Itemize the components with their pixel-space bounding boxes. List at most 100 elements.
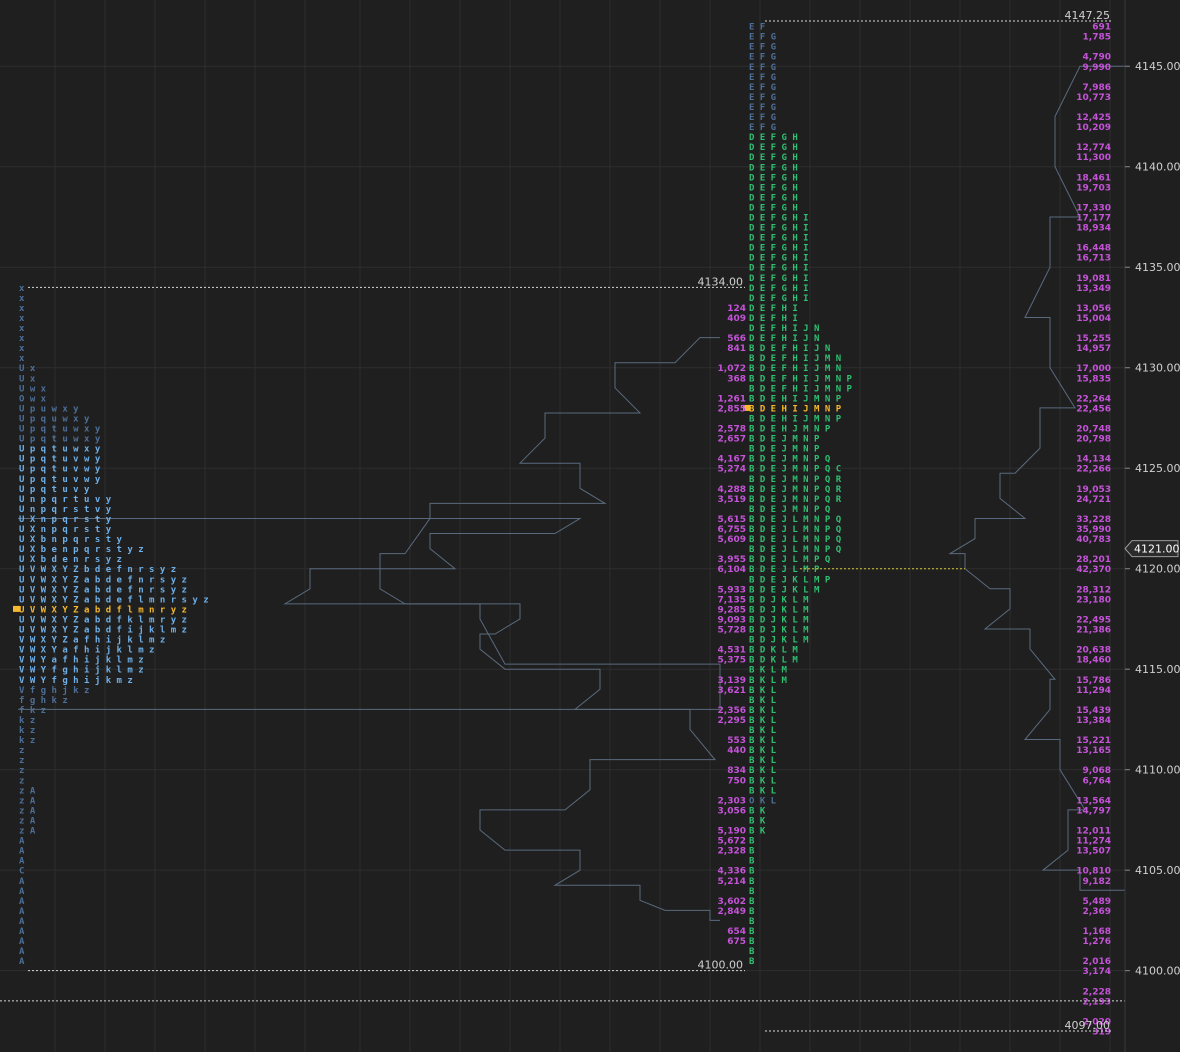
tpo-row-left: z A bbox=[19, 816, 36, 826]
tpo-row-middle: B D J K L M bbox=[749, 605, 809, 615]
volume-label: 24,721 bbox=[1076, 495, 1111, 505]
tpo-row-middle: B bbox=[749, 937, 755, 947]
volume-label: 2,657 bbox=[718, 435, 746, 445]
tpo-row-middle: D E F G H I bbox=[749, 264, 809, 274]
volume-label: 15,439 bbox=[1076, 706, 1111, 716]
tpo-row-left: x bbox=[19, 344, 25, 354]
volume-label: 9,182 bbox=[1083, 877, 1111, 887]
tpo-row-middle: B bbox=[749, 957, 755, 967]
volume-label: 409 bbox=[727, 314, 746, 324]
tpo-row-middle: B D J K L M bbox=[749, 615, 809, 625]
tpo-row-middle: D E F G H bbox=[749, 193, 798, 203]
volume-label: 3,056 bbox=[718, 806, 746, 816]
tpo-row-left: U w x bbox=[19, 384, 47, 394]
tpo-row-left: C bbox=[19, 867, 24, 877]
volume-label: 1,276 bbox=[1083, 937, 1111, 947]
volume-label: 5,609 bbox=[718, 535, 746, 545]
tpo-row-middle: B D E J M N P Q R bbox=[749, 485, 842, 495]
volume-label: 10,773 bbox=[1076, 93, 1111, 103]
tpo-row-left: A bbox=[19, 877, 25, 887]
volume-label: 5,672 bbox=[718, 837, 746, 847]
tpo-row-middle: B D K L M bbox=[749, 646, 798, 656]
tpo-row-middle: D E F G H I bbox=[749, 284, 809, 294]
market-profile-chart[interactable]: xxxxxxxxU xU xU w xO w xU p u w x yU p q… bbox=[0, 0, 1180, 1052]
tpo-row-left: x bbox=[19, 284, 25, 294]
tpo-row-middle: B D E J M N P bbox=[749, 435, 820, 445]
volume-label: 3,139 bbox=[718, 676, 746, 686]
tpo-row-middle: B D E F H I J N bbox=[749, 344, 830, 354]
volume-label: 1,072 bbox=[718, 364, 746, 374]
volume-label: 9,068 bbox=[1083, 766, 1111, 776]
tpo-row-left: U V W X Y Z a b d e f l m n r s y z bbox=[19, 595, 209, 605]
volume-label: 4,288 bbox=[718, 485, 746, 495]
volume-label: 750 bbox=[727, 776, 746, 786]
axis-tick-label: 4145.00 bbox=[1135, 60, 1180, 73]
tpo-row-middle: B K L bbox=[749, 706, 777, 716]
volume-label: 2,228 bbox=[1083, 987, 1111, 997]
axis-tick-label: 4135.00 bbox=[1135, 261, 1180, 274]
volume-label: 2,369 bbox=[1083, 907, 1111, 917]
volume-label: 14,797 bbox=[1076, 806, 1111, 816]
tpo-row-middle: D E F H I bbox=[749, 304, 798, 314]
axis-tick-label: 4125.00 bbox=[1135, 462, 1180, 475]
tpo-row-middle: D E F G H I bbox=[749, 224, 809, 234]
volume-label: 5,728 bbox=[718, 626, 746, 636]
tpo-row-left: x bbox=[19, 304, 25, 314]
tpo-row-middle: B D J K L M bbox=[749, 636, 809, 646]
volume-label: 13,564 bbox=[1076, 796, 1111, 806]
tpo-row-middle: B bbox=[749, 897, 755, 907]
tpo-row-middle: B K L bbox=[749, 786, 777, 796]
tpo-row-middle: B K bbox=[749, 816, 766, 826]
tpo-row-middle: B bbox=[749, 837, 755, 847]
tpo-row-left: U p q t u v w y bbox=[19, 475, 101, 485]
tpo-row-middle: B D E J L M P bbox=[749, 565, 820, 575]
volume-label: 14,134 bbox=[1076, 455, 1111, 465]
volume-label: 11,300 bbox=[1076, 153, 1111, 163]
tpo-row-middle: E F G bbox=[749, 83, 776, 93]
tpo-row-middle: B D E H I J M N P bbox=[749, 414, 842, 424]
tpo-row-middle: E F G bbox=[749, 103, 776, 113]
tpo-row-left: V W X Y a f h i j k l m z bbox=[19, 645, 154, 656]
volume-label: 13,165 bbox=[1076, 746, 1111, 756]
volume-label: 17,000 bbox=[1076, 364, 1111, 374]
tpo-row-left: U V W X Y Z a b d f k l m r y z bbox=[19, 615, 187, 625]
tpo-row-middle: B D K L M bbox=[749, 656, 798, 666]
volume-label: 19,081 bbox=[1076, 274, 1111, 284]
volume-label: 9,990 bbox=[1083, 63, 1111, 73]
tpo-row-middle: D E F G H I bbox=[749, 244, 809, 254]
volume-label: 18,934 bbox=[1076, 224, 1111, 234]
volume-label: 16,713 bbox=[1076, 254, 1111, 264]
tpo-row-left: U V W X Y Z a b d f i j k l m z bbox=[19, 625, 187, 636]
tpo-row-left: A bbox=[19, 917, 25, 927]
tpo-row-middle: B D E J M N P Q R bbox=[749, 495, 842, 505]
volume-label: 35,990 bbox=[1076, 525, 1111, 535]
tpo-row-middle: B K L M bbox=[749, 676, 788, 686]
tpo-row-left: U p q t u v y bbox=[19, 485, 90, 495]
tpo-row-left: V f g h j k z bbox=[19, 685, 89, 696]
tpo-row-middle: B D J K L M bbox=[749, 595, 809, 605]
tpo-row-left: U X n p q r s t y bbox=[19, 515, 112, 525]
volume-label: 17,330 bbox=[1076, 203, 1111, 213]
volume-label: 2,016 bbox=[1083, 957, 1111, 967]
tpo-row-left: U V W X Y Z a b d e f n r s y z bbox=[19, 575, 187, 585]
volume-label: 4,790 bbox=[1083, 53, 1111, 63]
tpo-row-middle: D E F H I J N bbox=[749, 334, 819, 344]
volume-label: 40,783 bbox=[1076, 535, 1111, 545]
tpo-row-middle: D E F G H bbox=[749, 153, 798, 163]
tpo-row-middle: B D E H J M N P bbox=[749, 425, 831, 435]
volume-label: 2,849 bbox=[718, 907, 746, 917]
tpo-row-left: A bbox=[19, 837, 25, 847]
volume-label: 2,303 bbox=[718, 796, 746, 806]
tpo-row-left: z A bbox=[19, 786, 36, 796]
volume-label: 124 bbox=[727, 304, 746, 314]
tpo-row-left: U p u w x y bbox=[19, 404, 79, 414]
tpo-row-left: U X b n p q r s t y bbox=[19, 535, 123, 545]
tpo-row-left: O w x bbox=[19, 394, 47, 404]
tpo-row-middle: D E F G H bbox=[749, 133, 798, 143]
tpo-row-left: f k z bbox=[19, 706, 46, 716]
volume-label: 13,056 bbox=[1076, 304, 1111, 314]
volume-label: 13,349 bbox=[1076, 284, 1111, 294]
tpo-row-middle: B D E J K L M bbox=[749, 585, 820, 595]
reference-line-label: 4097.00 bbox=[1065, 1019, 1111, 1032]
tpo-row-middle: B K bbox=[749, 806, 766, 816]
